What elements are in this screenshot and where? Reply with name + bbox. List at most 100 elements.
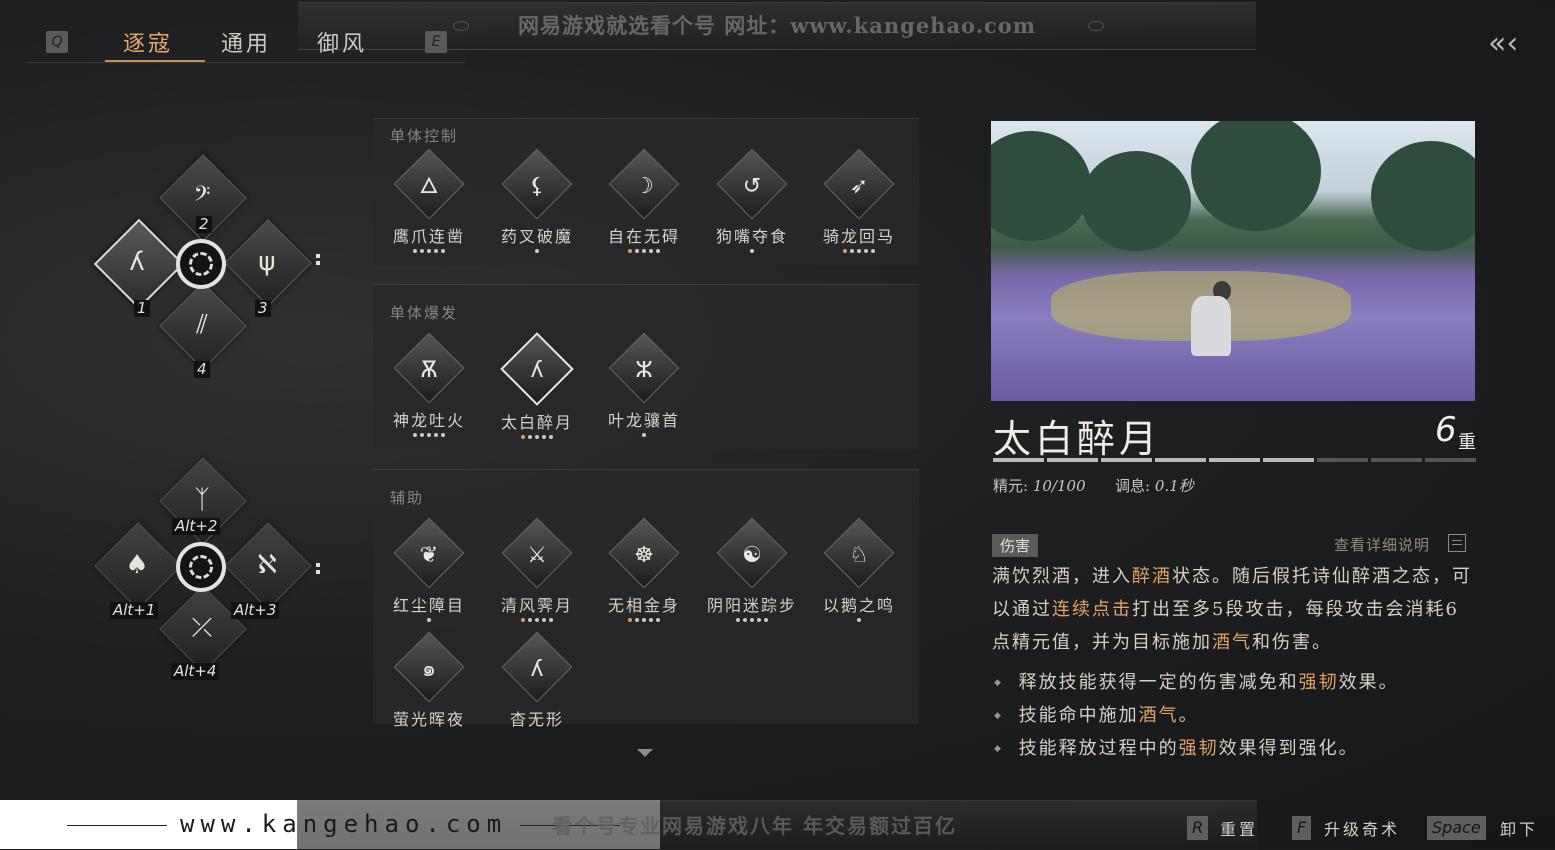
back-arrow-icon[interactable]: «‹ — [1488, 28, 1534, 60]
panel-title: 单体爆发 — [390, 304, 459, 322]
skill-card[interactable]: 🜂 鹰爪连凿 — [375, 148, 483, 255]
panel-single-control: 单体控制 🜂 鹰爪连凿 ⚸ 药叉破魔 ☽ 自在无碍 ↺ 狗嘴夺食 ➶ 骑龙回马 — [373, 118, 919, 265]
skill-name: 叶龙骧首 — [607, 411, 680, 430]
panel-support: 辅助 ❦ 红尘障目 ⚔ 清风霁月 ☸ 无相金身 ☯ 阴阳迷踪步 ♘ 以鹅之鸣 ๑萤光晖夜 … — [373, 469, 919, 729]
skill-name: 药叉破魔 — [500, 227, 573, 246]
skill-name: 杳无形 — [509, 710, 564, 729]
wheel-more-indicator[interactable] — [316, 563, 320, 577]
panel-single-burst: 单体爆发 Ѫ 神龙吐火 ʎ 太白醉月 ⵣ 叶龙骧首 — [373, 284, 919, 449]
skill-icon: ⫽ — [196, 310, 208, 340]
tier-segment — [1155, 458, 1206, 462]
wheel-center-icon — [176, 239, 226, 289]
ornament-icon — [1088, 21, 1104, 31]
key-label: Alt+3 — [231, 602, 280, 619]
reset-key[interactable]: R — [1187, 816, 1209, 840]
wheel-more-indicator[interactable] — [316, 254, 320, 268]
panel-title: 单体控制 — [390, 127, 459, 145]
skill-card[interactable]: ☸ 无相金身 — [590, 517, 698, 624]
tab-tongyong[interactable]: 通用 — [221, 26, 271, 58]
detail-link[interactable]: 查看详细说明 — [1334, 534, 1430, 555]
panel-title: 辅助 — [390, 489, 425, 507]
skill-icon: ♠ — [125, 550, 149, 580]
key-label: 4 — [194, 361, 210, 378]
skill-title: 太白醉月 — [993, 417, 1162, 461]
skill-icon: ψ — [258, 247, 276, 277]
tier-unit: 重 — [1458, 432, 1476, 453]
skill-icon: ℵ — [257, 550, 277, 580]
skill-card[interactable]: ☯ 阴阳迷踪步 — [698, 517, 806, 624]
stat-cooldown: 调息: 0.1秒 — [1115, 475, 1194, 496]
effect-bullet: 技能命中施加酒气。 — [994, 701, 1199, 727]
tier-segment — [1425, 458, 1476, 462]
key-label: 1 — [134, 300, 150, 317]
skill-name: 狗嘴夺食 — [715, 227, 788, 246]
skill-icon: ⤫ — [191, 613, 213, 643]
skill-card[interactable]: ➶ 骑龙回马 — [805, 148, 913, 255]
upgrade-key[interactable]: F — [1292, 816, 1312, 840]
skill-name: 无相金身 — [607, 596, 680, 615]
stat-value: 0.1秒 — [1154, 477, 1194, 495]
key-label: 2 — [196, 216, 212, 233]
skill-name: 以鹅之鸣 — [822, 596, 895, 615]
skill-wheel-2: ᛉ ♠ ℵ ⤫ Alt+2 Alt+1 Alt+3 Alt+4 — [90, 453, 330, 683]
category-tabs: Q 逐寇 通用 御风 E — [25, 22, 465, 63]
bottom-watermark-text: 看个号专业网易游戏八年 年交易额过百亿 — [552, 814, 957, 838]
key-label: Alt+2 — [172, 518, 221, 535]
skill-name: 神龙吐火 — [392, 411, 465, 430]
effect-bullet: 释放技能获得一定的伤害减免和强韧效果。 — [994, 668, 1399, 694]
upgrade-label[interactable]: 升级奇术 — [1324, 816, 1400, 840]
tier-segment — [1101, 458, 1152, 462]
tier-segment — [1317, 458, 1368, 462]
skill-name: 鹰爪连凿 — [392, 227, 465, 246]
tier-number: 6 — [1435, 410, 1457, 450]
site-watermark-text: www.kangehao.com — [180, 810, 508, 838]
skill-name: 红尘障目 — [392, 596, 465, 615]
key-label: 3 — [255, 300, 271, 317]
tier-segment — [993, 458, 1044, 462]
skill-card[interactable]: ⚸ 药叉破魔 — [483, 148, 591, 255]
skill-wheel-1: 𝄢 ʎ ψ ⫽ 2 1 3 4 — [90, 150, 330, 380]
damage-tag: 伤害 — [992, 534, 1039, 557]
skill-card[interactable]: Ѫ 神龙吐火 — [375, 332, 483, 439]
effect-bullet: 技能释放过程中的强韧效果得到强化。 — [994, 734, 1359, 760]
tab-yufeng[interactable]: 御风 — [317, 26, 367, 58]
stat-label: 精元: — [993, 477, 1029, 495]
top-watermark-text: 网易游戏就选看个号 网址：www.kangehao.com — [517, 13, 1037, 38]
skill-name: 萤光晖夜 — [392, 710, 465, 729]
skill-card[interactable]: ⵣ 叶龙骧首 — [590, 332, 698, 439]
tier-segment — [1047, 458, 1098, 462]
skill-name: 自在无碍 — [607, 227, 680, 246]
unequip-key[interactable]: Space — [1427, 816, 1486, 840]
unequip-label[interactable]: 卸下 — [1500, 816, 1538, 840]
skill-card[interactable]: ❦ 红尘障目 — [375, 517, 483, 624]
skill-card[interactable]: ʎ 杳无形 — [483, 631, 591, 730]
skill-name: 太白醉月 — [500, 413, 573, 432]
stat-value: 10/100 — [1032, 477, 1086, 495]
tier-progress-bar — [993, 458, 1476, 462]
scroll-down-icon[interactable] — [637, 749, 653, 757]
skill-name: 阴阳迷踪步 — [706, 596, 797, 615]
detail-list-icon[interactable] — [1448, 534, 1466, 552]
stat-label: 调息: — [1115, 477, 1151, 495]
skill-card[interactable]: ☽ 自在无碍 — [590, 148, 698, 255]
prev-tab-key[interactable]: Q — [46, 31, 68, 53]
skill-preview-image — [991, 121, 1475, 401]
skill-icon: ʎ — [129, 247, 145, 277]
tier-segment — [1371, 458, 1422, 462]
reset-label[interactable]: 重置 — [1220, 816, 1258, 840]
skill-card[interactable]: ⚔ 清风霁月 — [483, 517, 591, 624]
active-tab-underline — [105, 60, 205, 62]
tab-zhukou[interactable]: 逐寇 — [123, 26, 173, 58]
key-label: Alt+1 — [110, 602, 159, 619]
skill-name: 骑龙回马 — [822, 227, 895, 246]
skill-description: 满饮烈酒，进入醉酒状态。随后假托诗仙醉酒之态，可以通过连续点击打出至多5段攻击，… — [992, 566, 1472, 653]
skill-card[interactable]: ↺ 狗嘴夺食 — [698, 148, 806, 255]
divider — [67, 825, 167, 826]
skill-name: 清风霁月 — [500, 596, 573, 615]
next-tab-key[interactable]: E — [425, 31, 447, 53]
key-label: Alt+4 — [171, 663, 220, 680]
wheel-center-icon — [176, 542, 226, 592]
skill-card[interactable]: ๑萤光晖夜 — [375, 631, 483, 730]
skill-card-selected[interactable]: ʎ 太白醉月 — [483, 332, 591, 441]
skill-card[interactable]: ♘ 以鹅之鸣 — [805, 517, 913, 624]
